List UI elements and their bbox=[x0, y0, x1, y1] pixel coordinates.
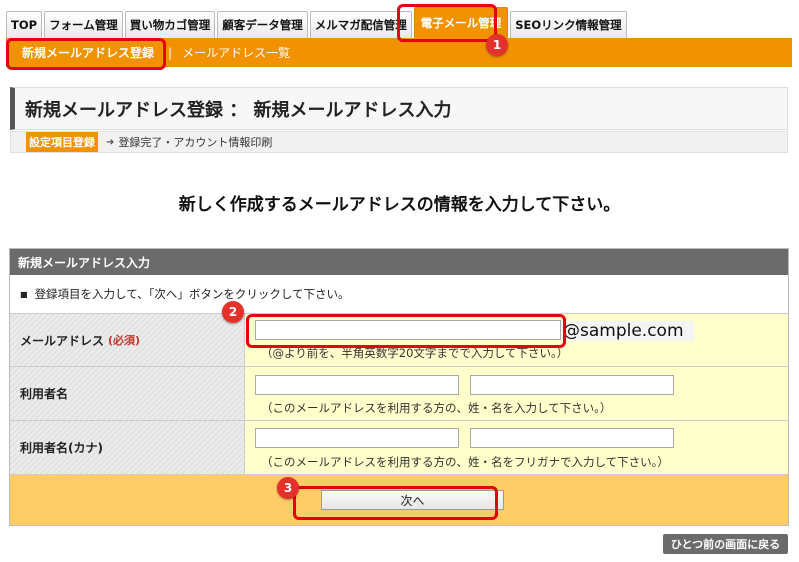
email-local-part-input[interactable] bbox=[255, 320, 561, 340]
user-name-kana-label: 利用者名(カナ) bbox=[10, 421, 245, 474]
last-name-input[interactable] bbox=[255, 375, 459, 395]
form-header: 新規メールアドレス入力 bbox=[10, 249, 788, 275]
first-name-input[interactable] bbox=[470, 375, 674, 395]
main-tab-bar: TOP フォーム管理 買い物カゴ管理 顧客データ管理 メルマガ配信管理 電子メー… bbox=[6, 6, 629, 38]
required-mark: (必須) bbox=[108, 334, 141, 347]
next-button[interactable]: 次へ bbox=[321, 490, 504, 510]
step-next: 登録完了・アカウント情報印刷 bbox=[118, 136, 273, 149]
page-title: 新規メールアドレス登録 ： 新規メールアドレス入力 bbox=[10, 87, 788, 130]
callout-badge-2: 2 bbox=[222, 301, 244, 323]
subnav-new-email[interactable]: 新規メールアドレス登録 bbox=[6, 44, 162, 61]
tab-newsletter[interactable]: メルマガ配信管理 bbox=[309, 11, 412, 38]
email-form: 新規メールアドレス入力 ■ 登録項目を入力して、「次へ」ボタンをクリックして下さ… bbox=[9, 248, 789, 526]
email-label-text: メールアドレス bbox=[20, 333, 105, 348]
tab-top[interactable]: TOP bbox=[6, 11, 43, 38]
subnav-email-list[interactable]: メールアドレス一覧 bbox=[182, 44, 290, 61]
sub-navigation: 新規メールアドレス登録 | メールアドレス一覧 bbox=[6, 38, 792, 67]
user-name-cell: （このメールアドレスを利用する方の、姓・名を入力して下さい。） bbox=[245, 367, 788, 420]
instruction-heading: 新しく作成するメールアドレスの情報を入力して下さい。 bbox=[178, 195, 621, 215]
tab-form-management[interactable]: フォーム管理 bbox=[44, 11, 123, 38]
user-name-kana-hint: （このメールアドレスを利用する方の、姓・名をフリガナで入力して下さい。） bbox=[261, 455, 669, 469]
user-name-kana-row: 利用者名(カナ) （このメールアドレスを利用する方の、姓・名をフリガナで入力して… bbox=[10, 421, 788, 475]
user-name-hint: （このメールアドレスを利用する方の、姓・名を入力して下さい。） bbox=[261, 401, 612, 415]
callout-badge-3: 3 bbox=[277, 477, 299, 499]
subnav-separator: | bbox=[168, 45, 173, 60]
user-name-label: 利用者名 bbox=[10, 367, 245, 420]
email-hint: （@より前を、半角英数字20文字までで入力して下さい。） bbox=[261, 346, 569, 360]
form-note-text: 登録項目を入力して、「次へ」ボタンをクリックして下さい。 bbox=[34, 287, 350, 301]
first-name-kana-input[interactable] bbox=[470, 428, 674, 448]
user-name-row: 利用者名 （このメールアドレスを利用する方の、姓・名を入力して下さい。） bbox=[10, 367, 788, 421]
email-address-row: メールアドレス (必須) @sample.com （@より前を、半角英数字20文… bbox=[10, 314, 788, 367]
email-address-cell: @sample.com （@より前を、半角英数字20文字までで入力して下さい。） bbox=[245, 314, 788, 366]
form-note: ■ 登録項目を入力して、「次へ」ボタンをクリックして下さい。 bbox=[10, 275, 788, 314]
tab-seo-links[interactable]: SEOリンク情報管理 bbox=[510, 11, 627, 38]
arrow-right-icon: ➜ bbox=[106, 136, 115, 148]
back-button[interactable]: ひとつ前の画面に戻る bbox=[663, 534, 788, 554]
step-indicator: 設定項目登録 ➜ 登録完了・アカウント情報印刷 bbox=[10, 131, 788, 153]
email-domain: @sample.com bbox=[561, 321, 694, 341]
user-name-kana-cell: （このメールアドレスを利用する方の、姓・名をフリガナで入力して下さい。） bbox=[245, 421, 788, 474]
bullet-icon: ■ bbox=[20, 289, 28, 299]
submit-row: 次へ bbox=[10, 475, 788, 525]
tab-cart-management[interactable]: 買い物カゴ管理 bbox=[124, 11, 216, 38]
tab-customer-data[interactable]: 顧客データ管理 bbox=[217, 11, 308, 38]
callout-badge-1: 1 bbox=[486, 34, 508, 56]
last-name-kana-input[interactable] bbox=[255, 428, 459, 448]
step-current: 設定項目登録 bbox=[26, 132, 98, 152]
email-address-label: メールアドレス (必須) bbox=[10, 314, 245, 366]
